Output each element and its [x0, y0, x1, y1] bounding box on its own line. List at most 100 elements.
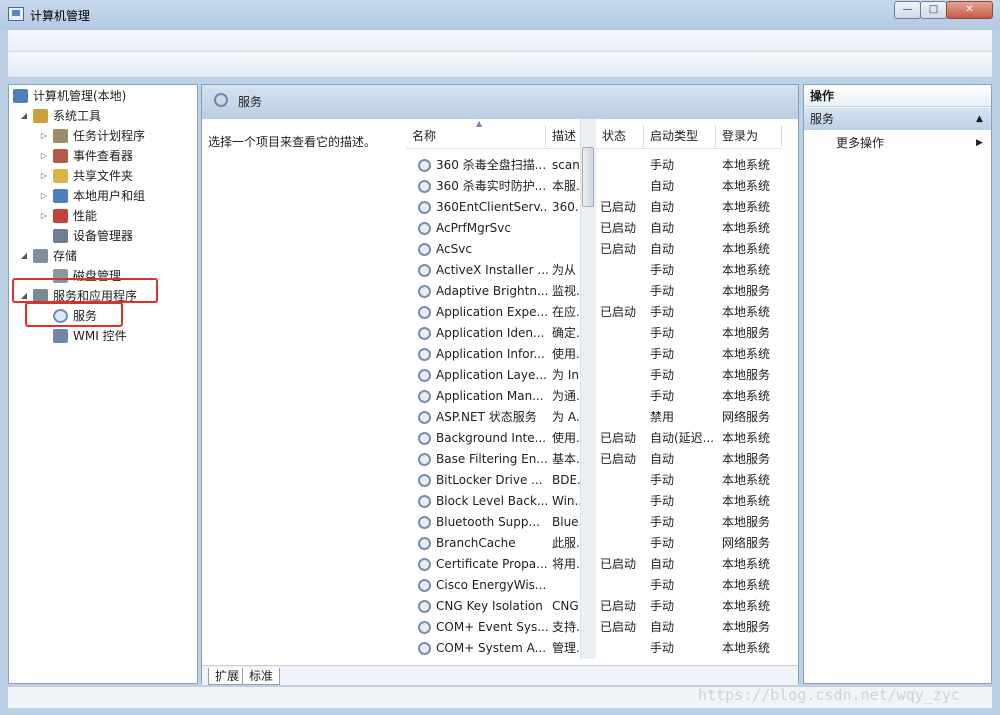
table-cell: 本地系统 [722, 578, 771, 592]
table-cell: 本地系统 [722, 263, 771, 277]
table-cell: 本地服务 [722, 368, 771, 382]
menu-bar [8, 30, 992, 52]
table-cell: 本地系统 [722, 599, 771, 613]
table-cell: 手动 [650, 305, 675, 319]
scrollbar-thumb[interactable] [582, 147, 594, 207]
tree-item-label: 任务计划程序 [73, 129, 146, 143]
table-cell: 手动 [650, 263, 675, 277]
table-cell: Certificate Propa... [436, 557, 548, 571]
tab-extended[interactable]: 扩展 [208, 668, 247, 685]
table-cell: Background Inte... [436, 431, 547, 445]
shared-folder-icon [53, 169, 68, 183]
table-cell: 自动 [650, 200, 675, 214]
table-cell: Adaptive Brightn... [436, 284, 548, 298]
actions-pane: 操作 服务 ▲ 更多操作 ▶ [803, 84, 992, 684]
table-cell: BranchCache [436, 536, 516, 550]
tree-item[interactable]: ◢ 系统工具 [9, 106, 195, 126]
tree-item-label: 计算机管理(本地) [33, 89, 127, 103]
storage-icon [33, 249, 48, 263]
tree-item[interactable]: ▷ 本地用户和组 [9, 186, 195, 206]
column-header[interactable]: 状态 [596, 125, 644, 147]
highlight-box-services [25, 302, 123, 327]
collapsed-arrow-icon[interactable]: ▷ [39, 206, 49, 226]
tree-item[interactable]: 设备管理器 [9, 226, 195, 246]
table-cell: 已启动 [600, 599, 637, 613]
maximize-button[interactable]: □ [920, 1, 947, 19]
gear-icon [418, 537, 431, 550]
table-cell: AcSvc [436, 242, 472, 256]
gear-icon [418, 495, 431, 508]
view-tabs: 扩展 标准 [202, 665, 798, 685]
collapsed-arrow-icon[interactable]: ▷ [39, 166, 49, 186]
close-button[interactable]: ✕ [946, 1, 993, 19]
collapsed-arrow-icon[interactable]: ▷ [39, 146, 49, 166]
table-cell: 本地系统 [722, 305, 771, 319]
tree-item[interactable]: ◢ 存储 [9, 246, 195, 266]
gear-icon [418, 243, 431, 256]
table-cell: 手动 [650, 158, 675, 172]
expanded-arrow-icon[interactable]: ◢ [19, 246, 29, 266]
table-cell: 手动 [650, 326, 675, 340]
actions-header: 操作 [804, 85, 991, 107]
highlight-box-services-apps [12, 278, 158, 303]
table-cell: 手动 [650, 536, 675, 550]
table-cell: 360 杀毒实时防护... [436, 179, 547, 193]
sort-arrow-icon: ▲ [476, 119, 483, 128]
table-cell: 自动 [650, 452, 675, 466]
table-cell: 自动(延迟... [650, 431, 715, 445]
table-cell: CNG Key Isolation [436, 599, 543, 613]
table-cell: 手动 [650, 347, 675, 361]
table-cell: 本地系统 [722, 557, 771, 571]
gear-icon [418, 432, 431, 445]
collapsed-arrow-icon[interactable]: ▷ [39, 126, 49, 146]
table-cell: 自动 [650, 179, 675, 193]
table-cell: 本地系统 [722, 179, 771, 193]
gear-icon [418, 516, 431, 529]
tree-item[interactable]: ▷ 任务计划程序 [9, 126, 195, 146]
table-cell: 网络服务 [722, 536, 771, 550]
minimize-button[interactable]: — [894, 1, 921, 19]
collapse-icon[interactable]: ▲ [976, 108, 988, 130]
tab-standard[interactable]: 标准 [242, 668, 281, 685]
tree-item-label: 共享文件夹 [73, 169, 134, 183]
table-cell: 本地系统 [722, 200, 771, 214]
expanded-arrow-icon[interactable]: ◢ [19, 106, 29, 126]
table-cell: Cisco EnergyWis... [436, 578, 547, 592]
more-actions-link[interactable]: 更多操作 [836, 134, 884, 152]
table-cell: 本地服务 [722, 326, 771, 340]
actions-group-services[interactable]: 服务 [804, 108, 991, 130]
gear-icon [418, 390, 431, 403]
column-header[interactable]: 名称 [406, 125, 546, 147]
table-cell: Application Expe... [436, 305, 548, 319]
services-list: 名称 描述 状态 启动类型 登录为 ▲ 360 杀毒全盘扫描... scan 手动 本地系统 36… [406, 119, 798, 659]
gear-icon [418, 180, 431, 193]
gear-icon [418, 222, 431, 235]
computer-icon [13, 89, 28, 103]
table-cell: COM+ System A... [436, 641, 547, 655]
device-manager-icon [53, 229, 68, 243]
table-cell: AcPrfMgrSvc [436, 221, 511, 235]
window-title: 计算机管理 [30, 9, 91, 23]
tree-item[interactable]: WMI 控件 [9, 326, 195, 346]
table-cell: 手动 [650, 368, 675, 382]
column-header[interactable]: 登录为 [716, 125, 782, 147]
event-viewer-icon [53, 149, 68, 163]
table-cell: COM+ Event Sys... [436, 620, 548, 634]
tree-item[interactable]: 计算机管理(本地) [9, 86, 195, 106]
gear-icon [418, 327, 431, 340]
description-text: 选择一个项目来查看它的描述。 [208, 135, 377, 149]
table-cell: Application Man... [436, 389, 544, 403]
gear-icon [418, 159, 431, 172]
collapsed-arrow-icon[interactable]: ▷ [39, 186, 49, 206]
tree-item-label: 设备管理器 [73, 229, 134, 243]
column-header[interactable]: 启动类型 [644, 125, 716, 147]
table-cell: 已启动 [600, 305, 637, 319]
table-cell: 手动 [650, 473, 675, 487]
tree-item[interactable]: ▷ 事件查看器 [9, 146, 195, 166]
table-cell: 手动 [650, 389, 675, 403]
table-cell: 已启动 [600, 452, 637, 466]
tree-item[interactable]: ▷ 共享文件夹 [9, 166, 195, 186]
table-cell: 手动 [650, 284, 675, 298]
tree-item[interactable]: ▷ 性能 [9, 206, 195, 226]
gear-icon [418, 264, 431, 277]
